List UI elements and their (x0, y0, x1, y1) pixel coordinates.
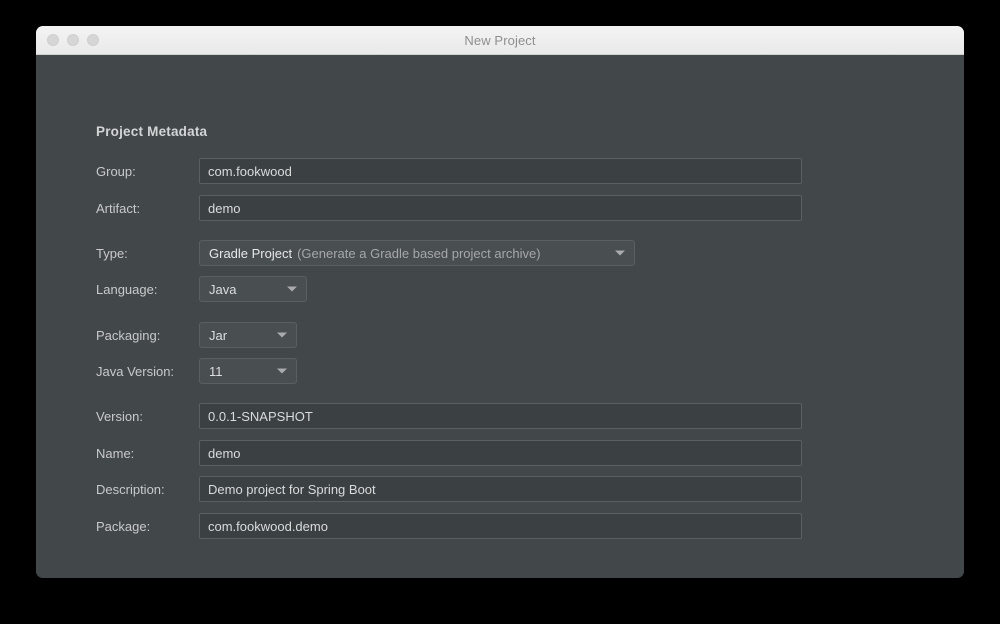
type-select-hint: (Generate a Gradle based project archive… (297, 245, 541, 261)
java-version-select[interactable]: 11 (199, 358, 297, 384)
page-title: Project Metadata (96, 124, 208, 139)
chevron-down-icon (277, 368, 287, 374)
packaging-select[interactable]: Jar (199, 322, 297, 348)
field-row-version: Version: 0.0.1-SNAPSHOT (96, 403, 802, 429)
window-titlebar: New Project (36, 26, 964, 55)
new-project-dialog: New Project Project Metadata Group: com.… (36, 26, 964, 578)
type-select[interactable]: Gradle Project (Generate a Gradle based … (199, 240, 635, 266)
language-select-value: Java (209, 281, 237, 297)
java-version-label: Java Version: (96, 363, 175, 379)
close-button[interactable] (47, 34, 59, 46)
name-label: Name: (96, 445, 135, 461)
field-row-language: Language: Java (96, 276, 307, 302)
artifact-input[interactable]: demo (199, 195, 802, 221)
language-select[interactable]: Java (199, 276, 307, 302)
group-label: Group: (96, 163, 136, 179)
zoom-button[interactable] (87, 34, 99, 46)
desktop-background: New Project Project Metadata Group: com.… (0, 0, 1000, 624)
field-row-packaging: Packaging: Jar (96, 322, 297, 348)
version-label: Version: (96, 408, 143, 424)
description-input[interactable]: Demo project for Spring Boot (199, 476, 802, 502)
field-row-artifact: Artifact: demo (96, 195, 802, 221)
name-input[interactable]: demo (199, 440, 802, 466)
chevron-down-icon (277, 332, 287, 338)
type-select-value: Gradle Project (209, 245, 293, 261)
field-row-java-version: Java Version: 11 (96, 358, 297, 384)
field-row-type: Type: Gradle Project (Generate a Gradle … (96, 240, 635, 266)
packaging-select-value: Jar (209, 327, 228, 343)
field-row-description: Description: Demo project for Spring Boo… (96, 476, 802, 502)
window-controls (47, 26, 99, 54)
chevron-down-icon (287, 286, 297, 292)
field-row-package: Package: com.fookwood.demo (96, 513, 802, 539)
language-label: Language: (96, 281, 158, 297)
description-label: Description: (96, 481, 165, 497)
package-label: Package: (96, 518, 151, 534)
field-row-name: Name: demo (96, 440, 802, 466)
package-input[interactable]: com.fookwood.demo (199, 513, 802, 539)
chevron-down-icon (615, 250, 625, 256)
dialog-body: Project Metadata Group: com.fookwood Art… (36, 55, 964, 578)
artifact-label: Artifact: (96, 200, 141, 216)
group-input[interactable]: com.fookwood (199, 158, 802, 184)
type-label: Type: (96, 245, 128, 261)
java-version-select-value: 11 (209, 363, 223, 379)
field-row-group: Group: com.fookwood (96, 158, 802, 184)
window-title: New Project (464, 32, 536, 48)
version-input[interactable]: 0.0.1-SNAPSHOT (199, 403, 802, 429)
packaging-label: Packaging: (96, 327, 161, 343)
minimize-button[interactable] (67, 34, 79, 46)
